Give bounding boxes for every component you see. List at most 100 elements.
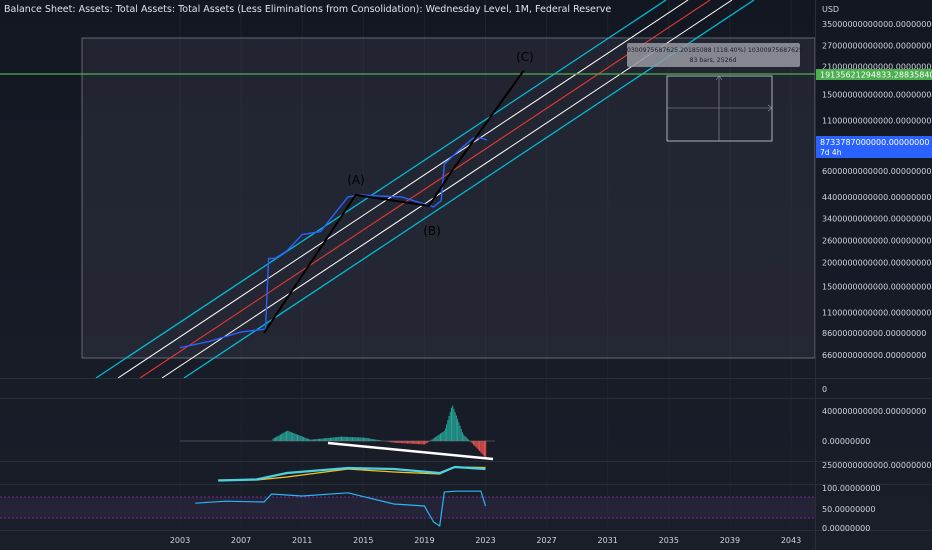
macd-bar (286, 431, 288, 441)
macd-bar (275, 437, 277, 441)
macd-bar (405, 441, 407, 444)
macd-bar (278, 435, 280, 441)
macd-bar (477, 441, 479, 450)
macd-bar (474, 441, 476, 446)
macd-bar (442, 431, 444, 441)
macd-bar (393, 441, 395, 443)
wave-label-b[interactable]: (B) (423, 224, 441, 238)
macd-bar (356, 437, 358, 441)
rsi-tick-0: 0.00000000 (822, 524, 870, 533)
macd-tick-zero: 0.00000000 (822, 437, 870, 446)
currency-label: USD (822, 5, 839, 14)
time-tick: 2015 (353, 536, 373, 545)
macd-bar (454, 412, 456, 441)
macd-bar (398, 441, 400, 443)
macd-bar (308, 438, 310, 441)
price-tick: 2000000000000.00000000 (822, 259, 931, 268)
wave-label-a[interactable]: (A) (347, 173, 365, 187)
macd-bar (460, 429, 462, 441)
measure-tooltip: 10300975687625.20185088 (118.40%) 103009… (623, 43, 803, 67)
macd-bar (399, 441, 401, 444)
macd-bar (322, 438, 324, 441)
rsi-tick-100: 100.00000000 (822, 484, 881, 493)
macd-bar (272, 438, 274, 441)
macd-bar (449, 411, 451, 441)
measure-line2: 83 bars, 2526d (690, 57, 737, 64)
price-tick: 35000000000000.00000000 (822, 20, 932, 29)
macd-bar (276, 436, 278, 441)
macd-bar (410, 441, 412, 444)
macd-bar (359, 437, 361, 441)
time-tick: 2007 (231, 536, 251, 545)
macd-bar (277, 435, 279, 441)
macd-bar (400, 441, 402, 444)
macd-bar (327, 437, 329, 441)
macd-bar (403, 441, 405, 444)
macd-bar (362, 437, 364, 441)
macd-bar (417, 441, 419, 445)
rsi-bands (0, 496, 815, 519)
macd-bar (409, 441, 411, 444)
macd-bar (414, 441, 416, 444)
price-tick: 4400000000000.00000000 (822, 193, 931, 202)
macd-bar (437, 435, 439, 441)
macd-bar (447, 420, 449, 441)
macd-bar (314, 439, 316, 441)
macd-tick-top: 400000000000.00000000 (822, 407, 926, 416)
macd-bar (350, 437, 352, 441)
macd-bar (425, 441, 427, 444)
macd-bar (416, 441, 418, 445)
macd-bar (304, 437, 306, 441)
macd-bar (273, 438, 275, 441)
macd-bar (461, 432, 463, 441)
macd-bar (348, 436, 350, 441)
macd-bar (326, 438, 328, 441)
macd-bar (300, 436, 302, 441)
rsi-tick-50: 50.00000000 (822, 505, 875, 514)
time-tick: 2039 (720, 536, 740, 545)
volume-tick: 0 (822, 385, 827, 394)
macd-bar (283, 432, 285, 441)
wave-label-c[interactable]: (C) (516, 50, 534, 64)
time-tick: 2023 (475, 536, 495, 545)
macd-bar (435, 437, 437, 441)
macd-bar (408, 441, 410, 444)
macd-bar (466, 438, 468, 441)
macd-bar (439, 433, 441, 441)
macd-bar (424, 441, 426, 445)
price-tick: 1100000000000.00000000 (822, 308, 931, 317)
macd-bar (479, 441, 481, 452)
macd-bar (297, 434, 299, 441)
time-tick: 2011 (292, 536, 312, 545)
macd-bar (358, 437, 360, 441)
macd-bar (394, 441, 396, 443)
time-tick: 2003 (170, 536, 190, 545)
macd-bar (347, 436, 349, 441)
macd-bar (355, 437, 357, 441)
macd-bar (480, 441, 482, 453)
macd-bar (483, 441, 485, 457)
last-price-label: 8733787000000.00000000 7d 4h (816, 136, 932, 158)
macd-bar (288, 431, 290, 441)
last-price-value: 8733787000000.00000000 (820, 138, 929, 147)
price-tick: 27000000000000.00000000 (822, 42, 932, 51)
macd-bar (475, 441, 477, 448)
macd-bar (319, 438, 321, 441)
time-tick: 2035 (659, 536, 679, 545)
macd-bar (406, 441, 408, 444)
macd-bar (336, 437, 338, 441)
price-tick: 11000000000000.00000000 (822, 116, 932, 125)
macd-bar (317, 438, 319, 441)
date-range-box[interactable] (81, 37, 815, 359)
price-tick: 2600000000000.00000000 (822, 237, 931, 246)
macd-bar (344, 436, 346, 441)
macd-bar (293, 433, 295, 441)
price-tick: 1500000000000.00000000 (822, 283, 931, 292)
macd-bar (395, 441, 397, 443)
time-tick: 2027 (536, 536, 556, 545)
macd-bar (281, 433, 283, 441)
macd-bar (476, 441, 478, 449)
last-price-countdown: 7d 4h (820, 148, 842, 157)
macd-bar (315, 439, 317, 441)
macd-bar (438, 434, 440, 441)
